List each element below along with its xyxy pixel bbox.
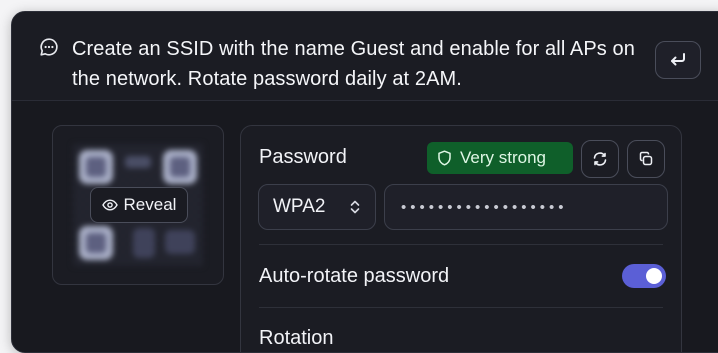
- refresh-icon: [593, 152, 607, 166]
- prompt-bar: Create an SSID with the name Guest and e…: [12, 12, 718, 101]
- copy-icon: [639, 151, 653, 166]
- enter-return-icon: [671, 53, 685, 66]
- chevron-up-down-icon: [350, 200, 360, 214]
- toggle-knob: [646, 268, 662, 284]
- chat-bubble-icon: [40, 38, 58, 56]
- auto-rotate-toggle[interactable]: [622, 264, 666, 288]
- regenerate-password-button[interactable]: [581, 140, 619, 178]
- password-settings-card: Password Very strong WPA2 ••••••••••••••…: [240, 125, 682, 352]
- qr-code-preview: Reveal: [52, 125, 224, 285]
- shield-icon: [438, 150, 451, 166]
- prompt-text: Create an SSID with the name Guest and e…: [72, 38, 635, 90]
- divider: [259, 307, 663, 308]
- auto-rotate-label: Auto-rotate password: [259, 265, 450, 287]
- submit-button[interactable]: [655, 41, 701, 79]
- password-strength-badge: Very strong: [427, 142, 573, 174]
- reveal-button[interactable]: Reveal: [90, 187, 188, 223]
- reveal-label: Reveal: [123, 195, 177, 214]
- password-input[interactable]: ••••••••••••••••••: [384, 184, 668, 230]
- security-mode-value: WPA2: [273, 196, 326, 217]
- security-mode-select[interactable]: WPA2: [258, 184, 376, 230]
- strength-label: Very strong: [460, 148, 546, 167]
- copy-password-button[interactable]: [627, 140, 665, 178]
- eye-icon: [101, 199, 118, 211]
- ssid-assistant-panel: Create an SSID with the name Guest and e…: [11, 11, 718, 353]
- divider: [259, 244, 663, 245]
- password-label: Password: [259, 146, 347, 168]
- rotation-label: Rotation: [259, 327, 334, 349]
